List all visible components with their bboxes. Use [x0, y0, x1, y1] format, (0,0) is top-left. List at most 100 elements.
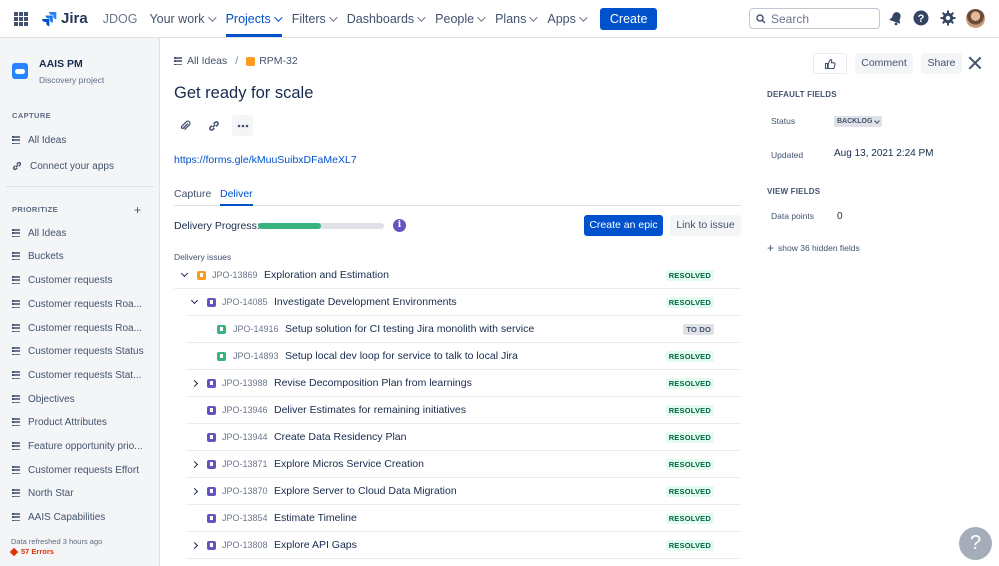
data-points-value[interactable]: 0 — [837, 211, 843, 222]
create-epic-button[interactable]: Create an epic — [584, 215, 663, 236]
delivery-issue-row[interactable]: JPO-13808 Explore API Gaps RESOLVED — [174, 532, 741, 559]
sidebar-item-aais-capabilities[interactable]: AAIS Capabilities — [12, 508, 152, 526]
logo-text: Jira — [61, 10, 88, 27]
delivery-issue-row[interactable]: JPO-13988 Revise Decomposition Plan from … — [174, 370, 741, 397]
settings-gear-icon[interactable] — [940, 10, 956, 26]
issue-summary[interactable]: Exploration and Estimation — [264, 269, 389, 281]
nav-filters[interactable]: Filters — [292, 12, 338, 26]
delivery-issue-row[interactable]: JPO-13871 Explore Micros Service Creation… — [174, 451, 741, 478]
sidebar-item-feature-opportunity[interactable]: Feature opportunity prio... — [12, 437, 152, 455]
issue-summary[interactable]: Explore API Gaps — [274, 539, 357, 551]
issue-key[interactable]: JPO-13869 — [212, 270, 258, 280]
app-switcher-icon[interactable] — [14, 11, 28, 26]
add-view-plus-icon[interactable]: + — [134, 203, 141, 217]
jira-logo[interactable]: Jira — [41, 10, 88, 27]
issue-key[interactable]: JPO-14085 — [222, 297, 268, 307]
sidebar-item-customer-requests-roadmap-2[interactable]: Customer requests Roa... — [12, 319, 152, 337]
issue-summary[interactable]: Setup solution for CI testing Jira monol… — [285, 323, 534, 335]
delivery-issue-row[interactable]: JPO-14893 Setup local dev loop for servic… — [174, 343, 741, 370]
sidebar-item-product-attributes[interactable]: Product Attributes — [12, 413, 152, 431]
issue-key[interactable]: JPO-13870 — [222, 486, 268, 496]
chevron-right-icon[interactable] — [190, 541, 199, 550]
close-icon[interactable] — [967, 55, 983, 71]
help-floating-button[interactable]: ? — [959, 527, 992, 560]
chevron-right-icon[interactable] — [190, 460, 199, 469]
issue-summary[interactable]: Explore Micros Service Creation — [274, 458, 424, 470]
issue-key[interactable]: JPO-13871 — [222, 459, 268, 469]
epic-icon — [207, 406, 216, 415]
issue-key[interactable]: JPO-13854 — [222, 513, 268, 523]
project-header[interactable]: AAIS PM Discovery project — [12, 58, 104, 85]
issue-summary[interactable]: Revise Decomposition Plan from learnings — [274, 377, 472, 389]
form-link[interactable]: https://forms.gle/kMuuSuibxDFaMeXL7 — [174, 154, 357, 166]
link-to-issue-button[interactable]: Link to issue — [670, 215, 741, 236]
issue-key[interactable]: JPO-13946 — [222, 405, 268, 415]
delivery-issue-row[interactable]: JPO-13944 Create Data Residency Plan RESOL… — [174, 424, 741, 451]
issue-summary[interactable]: Estimate Timeline — [274, 512, 357, 524]
create-button[interactable]: Create — [599, 7, 658, 30]
tab-capture[interactable]: Capture — [174, 188, 211, 206]
comment-button[interactable]: Comment — [855, 53, 913, 74]
chevron-down-icon[interactable] — [180, 269, 189, 278]
sidebar-item-objectives[interactable]: Objectives — [12, 390, 152, 408]
issue-key[interactable]: JPO-13944 — [222, 432, 268, 442]
instance-name[interactable]: JDOG — [103, 12, 138, 26]
help-icon[interactable]: ? — [913, 10, 929, 26]
status-lozenge: RESOLVED — [665, 540, 714, 551]
sidebar-item-customer-requests-status[interactable]: Customer requests Status — [12, 342, 152, 360]
chevron-right-icon[interactable] — [190, 379, 199, 388]
sidebar-item-buckets[interactable]: Buckets — [12, 247, 152, 265]
nav-projects[interactable]: Projects — [225, 12, 283, 37]
issue-key[interactable]: JPO-13808 — [222, 540, 268, 550]
user-avatar[interactable] — [966, 9, 985, 28]
delivery-issue-row[interactable]: JPO-13869 Exploration and Estimation RESOL… — [174, 262, 741, 289]
list-icon — [12, 136, 20, 144]
issue-key[interactable]: JPO-14916 — [233, 324, 279, 334]
tab-bar: Capture Deliver — [174, 188, 741, 206]
sidebar-item-north-star[interactable]: North Star — [12, 484, 152, 502]
sidebar-item-customer-requests[interactable]: Customer requests — [12, 271, 152, 289]
issue-summary[interactable]: Setup local dev loop for service to talk… — [285, 350, 518, 362]
search-input[interactable] — [771, 11, 866, 26]
status-dropdown[interactable]: BACKLOG — [834, 116, 883, 127]
issue-key[interactable]: JPO-14893 — [233, 351, 279, 361]
sidebar-item-connect-apps[interactable]: Connect your apps — [12, 157, 152, 175]
delivery-issue-row[interactable]: JPO-13870 Explore Server to Cloud Data Mi… — [174, 478, 741, 505]
nav-people[interactable]: People — [435, 12, 486, 26]
sidebar-item-all-ideas[interactable]: All Ideas — [12, 224, 152, 242]
sidebar-item-customer-requests-roadmap-1[interactable]: Customer requests Roa... — [12, 295, 152, 313]
delivery-issue-row[interactable]: JPO-13854 Estimate Timeline RESOLVED — [174, 505, 741, 532]
errors-link[interactable]: 57 Errors — [9, 547, 54, 556]
notifications-icon[interactable] — [888, 10, 904, 26]
show-hidden-fields-link[interactable]: + show 36 hidden fields — [767, 242, 860, 254]
share-button[interactable]: Share — [921, 53, 962, 74]
attach-button[interactable] — [174, 115, 195, 136]
nav-your-work[interactable]: Your work — [149, 12, 217, 26]
chevron-right-icon[interactable] — [190, 487, 199, 496]
nav-apps[interactable]: Apps — [547, 12, 588, 26]
sidebar-item-capture-all-ideas[interactable]: All Ideas — [12, 131, 152, 149]
delivery-issue-row[interactable]: JPO-14085 Investigate Development Environ… — [174, 289, 741, 316]
breadcrumb-issue-key[interactable]: RPM-32 — [259, 55, 298, 67]
breadcrumb-all-ideas[interactable]: All Ideas — [187, 55, 227, 67]
more-actions-button[interactable] — [232, 115, 253, 136]
status-lozenge: TO DO — [683, 324, 714, 335]
sidebar-item-customer-requests-effort[interactable]: Customer requests Effort — [12, 461, 152, 479]
page-title[interactable]: Get ready for scale — [174, 84, 313, 103]
vote-button[interactable] — [813, 53, 847, 74]
delivery-issue-row[interactable]: JPO-13946 Deliver Estimates for remaining… — [174, 397, 741, 424]
search-box[interactable] — [749, 8, 880, 29]
delivery-issue-row[interactable]: JPO-14916 Setup solution for CI testing J… — [174, 316, 741, 343]
info-icon[interactable]: i — [393, 219, 406, 232]
issue-summary[interactable]: Explore Server to Cloud Data Migration — [274, 485, 457, 497]
nav-plans[interactable]: Plans — [495, 12, 539, 26]
issue-summary[interactable]: Investigate Development Environments — [274, 296, 457, 308]
issue-summary[interactable]: Deliver Estimates for remaining initiati… — [274, 404, 466, 416]
issue-summary[interactable]: Create Data Residency Plan — [274, 431, 407, 443]
issue-key[interactable]: JPO-13988 — [222, 378, 268, 388]
sidebar-item-customer-requests-status-2[interactable]: Customer requests Stat... — [12, 366, 152, 384]
link-issue-icon-button[interactable] — [203, 115, 224, 136]
nav-dashboards[interactable]: Dashboards — [347, 12, 426, 26]
tab-deliver[interactable]: Deliver — [220, 188, 253, 206]
chevron-down-icon[interactable] — [190, 296, 199, 305]
